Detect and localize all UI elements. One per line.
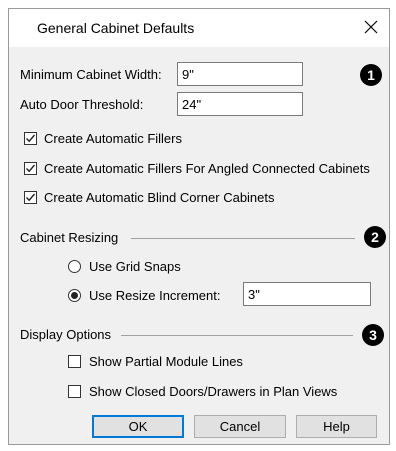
ok-button[interactable]: OK [92,415,184,438]
auto-door-threshold-field[interactable] [177,92,303,116]
callout-badge-3: 3 [362,324,384,346]
show-closed-doors-checkbox[interactable] [68,385,81,398]
create-fillers-angled-checkbox[interactable] [24,162,37,175]
checkmark-icon [26,193,36,202]
show-closed-doors-label: Show Closed Doors/Drawers in Plan Views [89,384,338,399]
callout-badge-2: 2 [364,226,386,248]
close-button[interactable] [353,9,389,47]
dialog-title: General Cabinet Defaults [37,20,195,36]
show-partial-module-lines-checkbox[interactable] [68,355,81,368]
auto-door-threshold-label: Auto Door Threshold: [20,97,144,112]
create-blind-corner-label: Create Automatic Blind Corner Cabinets [44,190,275,205]
cabinet-resizing-divider [131,238,355,239]
create-blind-corner-checkbox[interactable] [24,191,37,204]
help-button[interactable]: Help [296,415,377,438]
checkmark-icon [26,134,36,143]
use-grid-snaps-radio[interactable] [68,260,81,273]
create-fillers-angled-label: Create Automatic Fillers For Angled Conn… [44,161,370,176]
general-cabinet-defaults-dialog: General Cabinet Defaults Minimum Cabinet… [8,8,390,445]
minimum-cabinet-width-field[interactable] [177,62,303,86]
title-bar: General Cabinet Defaults [9,9,389,47]
display-options-group-label: Display Options [20,327,112,342]
cancel-button[interactable]: Cancel [194,415,286,438]
cabinet-resizing-group-label: Cabinet Resizing [20,230,119,245]
minimum-cabinet-width-label: Minimum Cabinet Width: [20,67,162,82]
create-automatic-fillers-checkbox[interactable] [24,132,37,145]
use-grid-snaps-label: Use Grid Snaps [89,259,181,274]
resize-increment-field[interactable] [243,282,371,306]
display-options-divider [121,335,353,336]
use-resize-increment-label: Use Resize Increment: [89,288,221,303]
create-automatic-fillers-label: Create Automatic Fillers [44,131,182,146]
checkmark-icon [26,164,36,173]
callout-badge-1: 1 [360,64,382,86]
close-icon [364,20,378,37]
use-resize-increment-radio[interactable] [68,289,81,302]
show-partial-module-lines-label: Show Partial Module Lines [89,354,243,369]
radio-selected-dot [71,292,78,299]
